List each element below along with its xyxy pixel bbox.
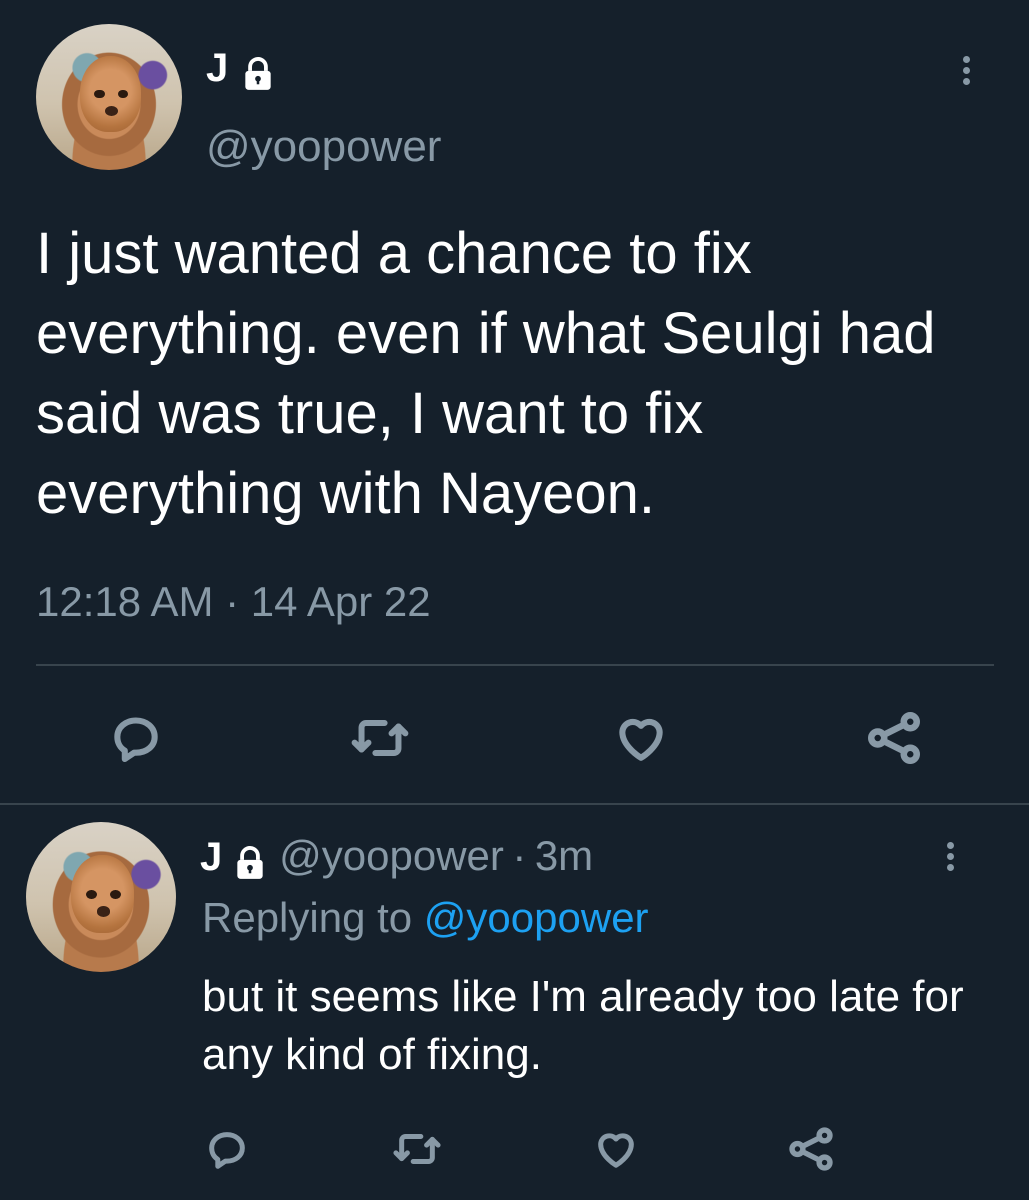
reply-icon[interactable] [108,710,164,771]
timestamp[interactable]: 12:18 AM · 14 Apr 22 [36,578,431,626]
avatar[interactable] [26,822,176,972]
author-handle[interactable]: @yoopower [279,832,504,879]
replying-handle-link[interactable]: @yoopower [424,894,649,941]
lock-icon [239,55,277,98]
separator-dot: · [512,832,527,879]
retweet-icon[interactable] [392,1126,442,1177]
divider [36,664,994,666]
share-icon[interactable] [864,708,924,773]
heart-icon[interactable] [592,1126,640,1177]
display-name[interactable]: J [206,46,228,90]
reply-icon[interactable] [204,1126,250,1177]
display-name[interactable]: J [200,835,222,879]
avatar[interactable] [36,24,182,170]
retweet-icon[interactable] [350,710,410,771]
reply-header: J @yoopower · 3m [200,832,593,882]
heart-icon[interactable] [612,710,670,771]
author-row: J [206,48,277,92]
author-handle[interactable]: @yoopower [206,122,441,172]
tweet-text: I just wanted a chance to fix everything… [36,221,936,526]
replying-to: Replying to @yoopower [202,894,649,942]
replying-prefix: Replying to [202,894,413,941]
time-ago[interactable]: 3m [535,832,593,879]
tweet-text: but it seems like I'm already too late f… [202,972,964,1079]
lock-icon [231,844,269,887]
more-vertical-icon[interactable] [947,838,954,875]
more-vertical-icon[interactable] [963,52,970,89]
tweet-separator [0,803,1029,805]
share-icon[interactable] [786,1124,836,1179]
